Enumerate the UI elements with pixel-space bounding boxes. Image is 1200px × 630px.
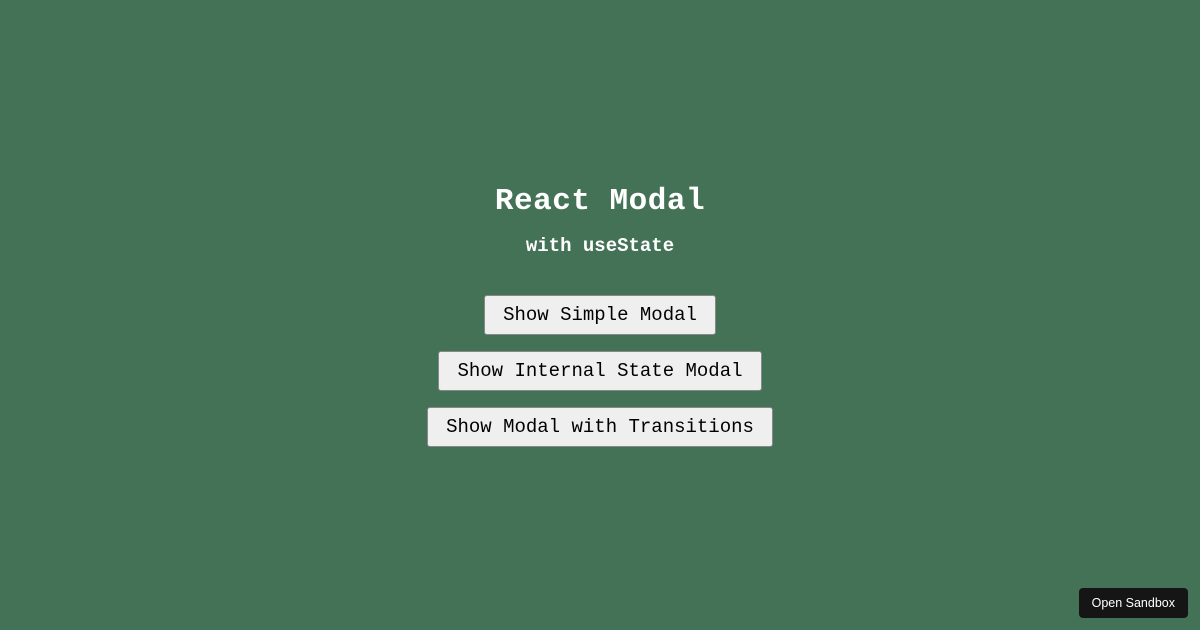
show-simple-modal-button[interactable]: Show Simple Modal <box>484 295 716 335</box>
main-container: React Modal with useState Show Simple Mo… <box>427 184 773 447</box>
open-sandbox-button[interactable]: Open Sandbox <box>1079 588 1188 618</box>
page-title: React Modal <box>495 184 705 219</box>
show-internal-state-modal-button[interactable]: Show Internal State Modal <box>438 351 761 391</box>
show-modal-with-transitions-button[interactable]: Show Modal with Transitions <box>427 407 773 447</box>
page-subtitle: with useState <box>526 235 674 257</box>
